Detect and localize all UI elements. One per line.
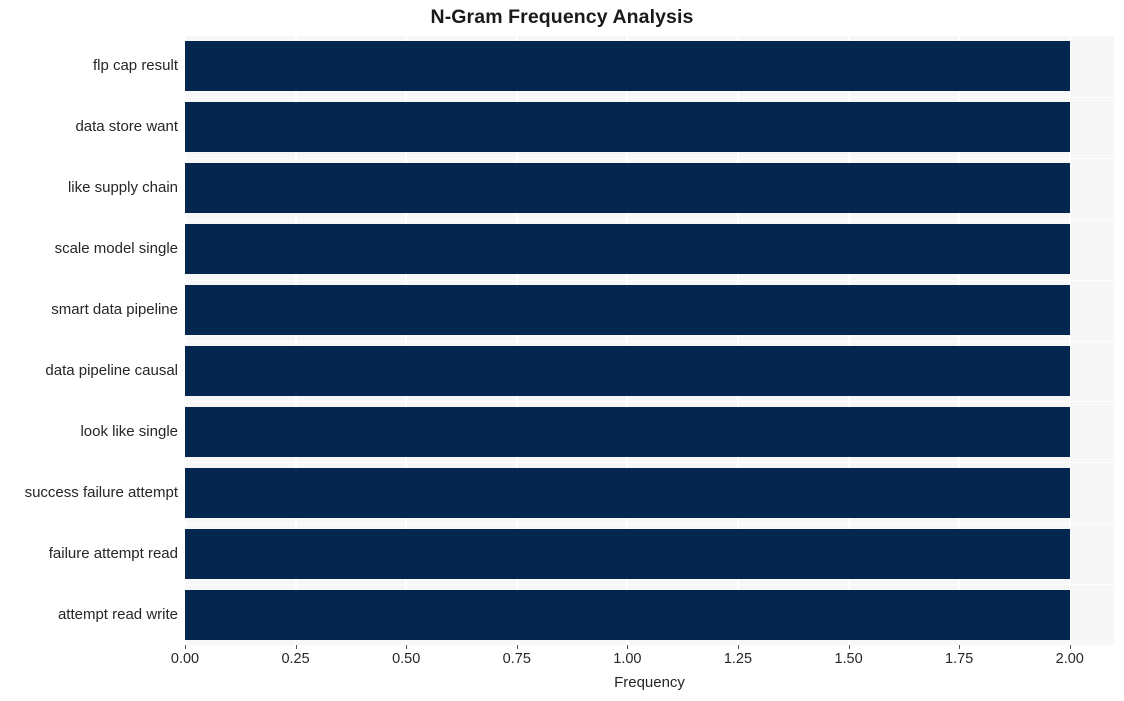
y-axis-tick-label: scale model single: [54, 240, 178, 258]
x-axis-label: Frequency: [614, 674, 685, 691]
bar: [185, 345, 1070, 396]
gridline-horizontal: [185, 97, 1114, 98]
y-axis-tick-label: success failure attempt: [24, 483, 178, 501]
chart-figure: N-Gram Frequency Analysis flp cap result…: [0, 0, 1124, 701]
x-axis-tick-label: 0.00: [170, 651, 200, 667]
gridline-horizontal: [185, 219, 1114, 220]
gridline-horizontal: [185, 462, 1114, 463]
x-axis-tick-mark: [295, 645, 297, 649]
gridline-horizontal: [185, 280, 1114, 281]
y-axis-tick-label: failure attempt read: [48, 544, 178, 562]
plot-area: [185, 36, 1114, 645]
x-axis-tick-label: 2.00: [1055, 651, 1084, 667]
x-axis-tick-label: 1.00: [613, 651, 642, 667]
bar: [185, 224, 1070, 275]
y-axis-tick-label: data pipeline causal: [45, 361, 178, 379]
x-axis-tick-mark: [737, 645, 739, 649]
gridline-horizontal: [185, 584, 1114, 585]
x-axis-tick-label: 1.50: [834, 651, 863, 667]
y-axis-tick-label: like supply chain: [67, 179, 178, 197]
x-axis-tick-label: 1.75: [945, 651, 974, 667]
x-axis-tick-mark: [959, 645, 961, 649]
y-axis-tick-label: attempt read write: [57, 605, 178, 623]
gridline-horizontal: [185, 158, 1114, 159]
x-axis-tick-label: 1.25: [723, 651, 753, 667]
x-axis-tick-mark: [848, 645, 850, 649]
bar: [185, 406, 1070, 457]
gridline-horizontal: [185, 401, 1114, 402]
x-axis-tick-label: 0.75: [502, 651, 531, 667]
x-axis-tick-mark: [516, 645, 518, 649]
x-axis-tick-label: 0.25: [281, 651, 310, 667]
y-axis-tick-label: look like single: [80, 422, 178, 440]
x-axis-tick-mark: [1069, 645, 1071, 649]
y-axis-tick-label: data store want: [75, 118, 178, 136]
x-axis-tick-mark: [627, 645, 629, 649]
bar: [185, 41, 1070, 92]
bar: [185, 467, 1070, 518]
chart-title: N-Gram Frequency Analysis: [430, 6, 694, 28]
bar: [185, 589, 1070, 640]
y-axis-tick-label: flp cap result: [92, 57, 178, 75]
bar: [185, 285, 1070, 336]
y-axis-tick-label: smart data pipeline: [51, 301, 178, 319]
bar: [185, 163, 1070, 214]
gridline-horizontal: [185, 523, 1114, 524]
x-axis-tick-mark: [185, 645, 186, 649]
x-axis-tick-label: 0.50: [392, 651, 421, 667]
bar: [185, 102, 1070, 153]
gridline-horizontal: [185, 341, 1114, 342]
bar: [185, 528, 1070, 579]
x-axis-tick-mark: [406, 645, 408, 649]
